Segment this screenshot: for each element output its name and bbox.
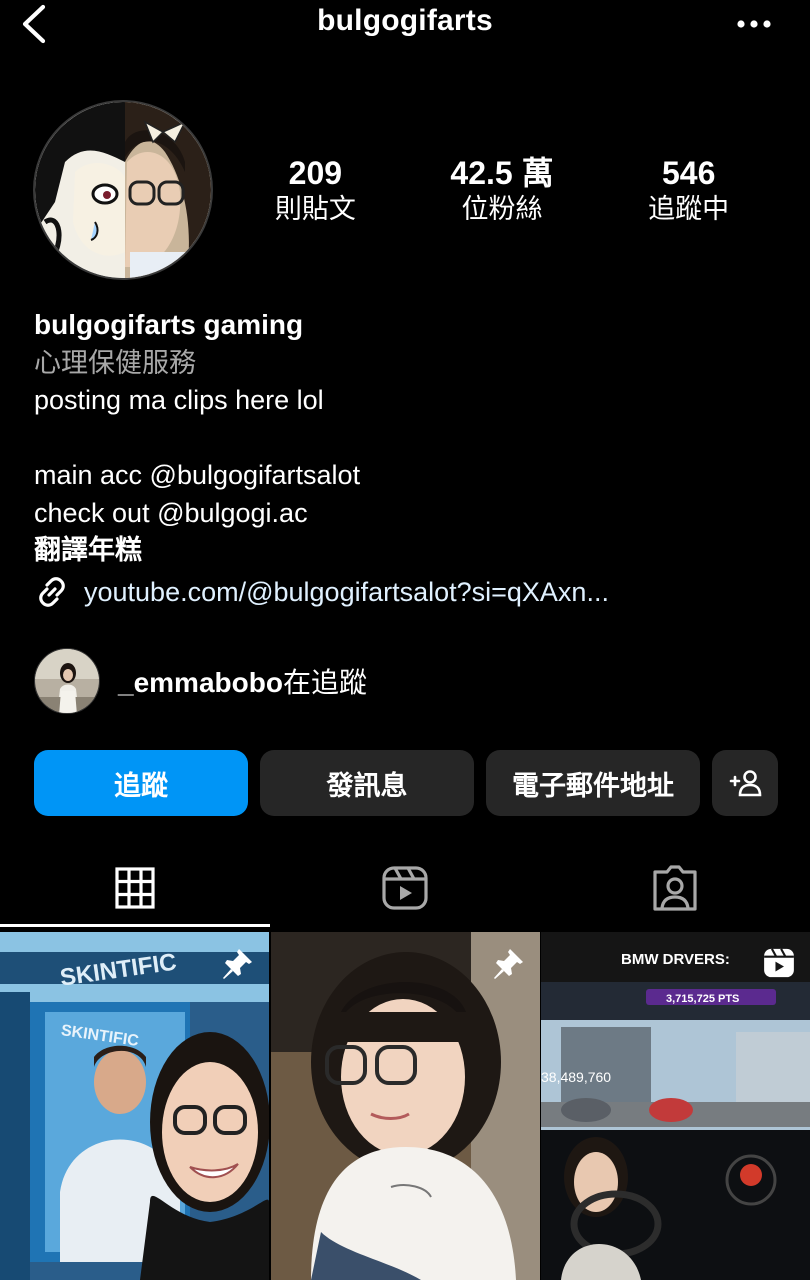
grid-icon [115,867,155,909]
followers-count: 42.5 萬 [450,155,554,191]
reel-badge [762,946,796,985]
profile-bio: bulgogifarts gaming 心理保健服務 posting ma cl… [34,306,774,612]
stat-following[interactable]: 546 追蹤中 [595,154,782,226]
profile-header: bulgogifarts [0,0,810,50]
tagged-person-icon [653,865,697,911]
posts-grid: SKINTIFIC SKINTIFIC BMW DRVERS: 3,715,72… [0,932,810,1280]
bio-line-blank [34,420,774,458]
follower-avatar-image [35,649,99,713]
following-count: 546 [661,155,716,191]
posts-count: 209 [288,155,343,191]
reel-score-text: 3,715,725 PTS [666,993,739,1005]
stat-posts[interactable]: 209 則貼文 [222,154,409,226]
followers-label: 位粉絲 [461,194,543,224]
stat-followers[interactable]: 42.5 萬 位粉絲 [409,154,596,226]
profile-category: 心理保健服務 [34,348,196,378]
reel-icon [764,948,794,978]
post-thumbnail[interactable] [270,932,540,1280]
followed-by[interactable]: _emmabobo在追蹤 [34,648,367,714]
followed-by-text: _emmabobo在追蹤 [118,661,367,701]
bio-external-link[interactable]: youtube.com/@bulgogifartsalot?si=qXAxn..… [34,572,774,612]
pinned-badge [490,946,526,987]
reel-caption-text: BMW DRVERS: [621,951,730,968]
posts-label: 則貼文 [274,194,356,224]
tab-tagged[interactable] [540,850,810,926]
email-button[interactable]: 電子郵件地址 [486,750,700,816]
display-name: bulgogifarts gaming [34,309,304,340]
tab-reels[interactable] [270,850,540,926]
add-user-button[interactable] [712,750,778,816]
profile-stats: 209 則貼文 42.5 萬 位粉絲 546 追蹤中 [222,154,782,226]
more-options-button[interactable] [734,8,774,40]
pin-icon [493,949,523,979]
more-dots-icon [737,20,771,28]
pinned-badge [219,946,255,987]
bio-line: posting ma clips here lol [34,385,324,415]
followed-by-suffix: 在追蹤 [282,667,367,698]
profile-tabs [0,850,810,926]
post-thumbnail[interactable]: BMW DRVERS: 3,715,725 PTS 38,489,760 [541,932,810,1280]
avatar-image [35,102,211,278]
reels-icon [382,866,428,910]
bio-line-check-out[interactable]: check out @bulgogi.ac [34,495,774,533]
link-text: youtube.com/@bulgogifartsalot?si=qXAxn..… [84,576,609,607]
tab-posts[interactable] [0,850,270,926]
page-title: bulgogifarts [317,4,493,37]
message-button[interactable]: 發訊息 [260,750,474,816]
link-icon [39,576,65,607]
following-label: 追蹤中 [648,194,730,224]
avatar [34,648,100,714]
profile-avatar[interactable] [33,100,213,280]
reel-number-text: 38,489,760 [541,1069,611,1085]
add-person-icon [729,770,762,797]
profile-actions: 追蹤 發訊息 電子郵件地址 [34,750,778,816]
post-thumbnail[interactable]: SKINTIFIC SKINTIFIC [0,932,269,1280]
follow-button[interactable]: 追蹤 [34,750,248,816]
active-tab-indicator [0,924,270,927]
translate-bio-link[interactable]: 翻譯年糕 [34,532,774,570]
bio-line-main-acc[interactable]: main acc @bulgogifartsalot [34,457,774,495]
pin-icon [223,949,252,979]
follower-username: _emmabobo [118,667,283,698]
